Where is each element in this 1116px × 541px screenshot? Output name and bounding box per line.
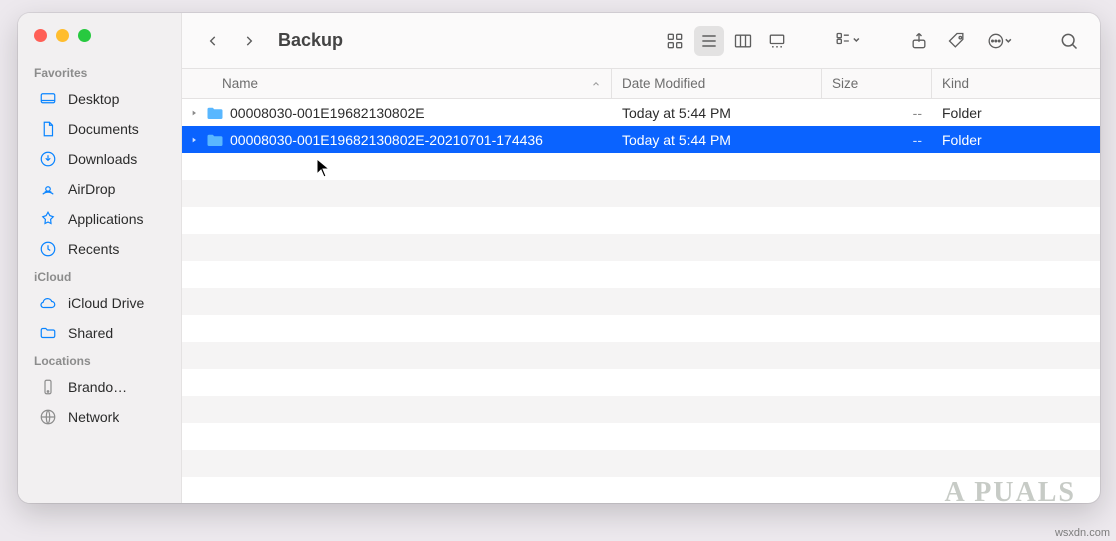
sidebar-item-label: Desktop	[68, 91, 119, 107]
sidebar-item-label: Recents	[68, 241, 119, 257]
view-list-button[interactable]	[694, 26, 724, 56]
sidebar-item-label: Network	[68, 409, 119, 425]
folder-icon	[206, 105, 224, 121]
back-button[interactable]	[198, 26, 228, 56]
desktop-icon	[38, 89, 58, 109]
window-title: Backup	[278, 30, 343, 51]
sidebar-item-label: AirDrop	[68, 181, 115, 197]
view-gallery-button[interactable]	[762, 26, 792, 56]
sidebar-section-locations: Locations	[18, 348, 181, 372]
sidebar-item-label: iCloud Drive	[68, 295, 144, 311]
sidebar-item-label: Downloads	[68, 151, 137, 167]
folder-icon	[206, 132, 224, 148]
sidebar-section-icloud: iCloud	[18, 264, 181, 288]
device-icon	[38, 377, 58, 397]
column-header-label: Kind	[942, 76, 969, 91]
close-button[interactable]	[34, 29, 47, 42]
file-name: 00008030-001E19682130802E	[230, 105, 425, 121]
sidebar-item-network[interactable]: Network	[24, 402, 175, 432]
file-size: --	[913, 132, 922, 148]
network-icon	[38, 407, 58, 427]
column-header-label: Name	[222, 76, 258, 91]
sidebar-item-recents[interactable]: Recents	[24, 234, 175, 264]
cloud-icon	[38, 293, 58, 313]
date-modified: Today at 5:44 PM	[622, 105, 731, 121]
column-header-date[interactable]: Date Modified	[612, 69, 822, 98]
column-header-row: Name Date Modified Size Kind	[182, 69, 1100, 99]
sidebar-item-applications[interactable]: Applications	[24, 204, 175, 234]
column-header-label: Date Modified	[622, 76, 705, 91]
sidebar-item-device[interactable]: Brando…	[24, 372, 175, 402]
column-header-name[interactable]: Name	[182, 69, 612, 98]
column-header-size[interactable]: Size	[822, 69, 932, 98]
sidebar-item-label: Documents	[68, 121, 139, 137]
file-kind: Folder	[942, 132, 982, 148]
table-row[interactable]: 00008030-001E19682130802E-20210701-17443…	[182, 126, 1100, 153]
airdrop-icon	[38, 179, 58, 199]
disclosure-triangle-icon[interactable]	[188, 135, 200, 145]
file-list: 00008030-001E19682130802E Today at 5:44 …	[182, 99, 1100, 503]
applications-icon	[38, 209, 58, 229]
document-icon	[38, 119, 58, 139]
more-actions-button[interactable]	[980, 26, 1020, 56]
share-button[interactable]	[904, 26, 934, 56]
forward-button[interactable]	[234, 26, 264, 56]
group-by-button[interactable]	[826, 26, 870, 56]
sidebar-item-label: Applications	[68, 211, 144, 227]
window-controls	[18, 23, 181, 60]
date-modified: Today at 5:44 PM	[622, 132, 731, 148]
disclosure-triangle-icon[interactable]	[188, 108, 200, 118]
fullscreen-button[interactable]	[78, 29, 91, 42]
column-header-label: Size	[832, 76, 858, 91]
sidebar: Favorites Desktop Documents Downloads Ai…	[18, 13, 182, 503]
view-icon-button[interactable]	[660, 26, 690, 56]
file-kind: Folder	[942, 105, 982, 121]
tags-button[interactable]	[942, 26, 972, 56]
sidebar-item-desktop[interactable]: Desktop	[24, 84, 175, 114]
column-header-kind[interactable]: Kind	[932, 69, 1100, 98]
file-name: 00008030-001E19682130802E-20210701-17443…	[230, 132, 543, 148]
file-size: --	[913, 105, 922, 121]
sidebar-item-icloud-drive[interactable]: iCloud Drive	[24, 288, 175, 318]
sidebar-item-shared[interactable]: Shared	[24, 318, 175, 348]
sidebar-item-downloads[interactable]: Downloads	[24, 144, 175, 174]
sidebar-section-favorites: Favorites	[18, 60, 181, 84]
sidebar-item-label: Shared	[68, 325, 113, 341]
download-icon	[38, 149, 58, 169]
main-pane: Backup Name Date Modified S	[182, 13, 1100, 503]
sidebar-item-airdrop[interactable]: AirDrop	[24, 174, 175, 204]
shared-folder-icon	[38, 323, 58, 343]
table-row[interactable]: 00008030-001E19682130802E Today at 5:44 …	[182, 99, 1100, 126]
sidebar-item-documents[interactable]: Documents	[24, 114, 175, 144]
sidebar-item-label: Brando…	[68, 379, 127, 395]
sort-ascending-icon	[591, 79, 601, 89]
finder-window: Favorites Desktop Documents Downloads Ai…	[18, 13, 1100, 503]
toolbar: Backup	[182, 13, 1100, 69]
minimize-button[interactable]	[56, 29, 69, 42]
clock-icon	[38, 239, 58, 259]
search-button[interactable]	[1054, 26, 1084, 56]
view-column-button[interactable]	[728, 26, 758, 56]
attribution-text: wsxdn.com	[1055, 527, 1110, 539]
view-mode-group	[660, 26, 792, 56]
